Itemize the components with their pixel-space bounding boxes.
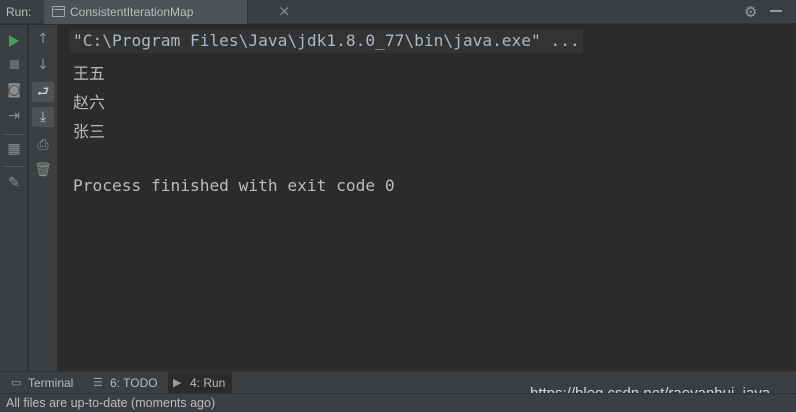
pin-tab-button[interactable]: ✎	[3, 173, 25, 193]
stop-icon	[10, 60, 19, 69]
run-actions-toolbar: ◙ ⇥ ▦ ✎	[0, 25, 28, 371]
exit-icon: ⇥	[8, 108, 20, 124]
down-arrow-icon: ↓	[37, 57, 49, 73]
tool-window-terminal[interactable]: ▭ Terminal	[6, 372, 82, 394]
up-stack-button[interactable]: ↑	[32, 29, 54, 49]
tool-window-todo[interactable]: ☰ 6: TODO	[88, 372, 164, 394]
run-config-tab-title: ConsistentIterationMap	[70, 5, 194, 19]
exit-message: Process finished with exit code 0	[73, 176, 395, 195]
settings-icon[interactable]: ⚙	[744, 3, 757, 21]
run-tool-header: Run: ConsistentIterationMap × ⚙	[0, 0, 796, 24]
terminal-icon: ▭	[11, 377, 22, 389]
pin-icon: ✎	[8, 175, 20, 191]
scroll-to-end-button[interactable]: ⤓	[32, 107, 54, 127]
output-line: 王五	[73, 64, 106, 83]
console-output[interactable]: "C:\Program Files\Java\jdk1.8.0_77\bin\j…	[59, 25, 796, 371]
exit-button[interactable]: ⇥	[3, 106, 25, 126]
output-line: 赵六	[73, 93, 106, 112]
run-config-tab[interactable]: ConsistentIterationMap ×	[44, 0, 291, 24]
console-actions-toolbar: ↑ ↓ ⮐ ⤓ ⎙ 🗑	[29, 25, 58, 371]
toolbar-divider	[4, 134, 24, 135]
up-arrow-icon: ↑	[37, 31, 49, 47]
rerun-button[interactable]	[3, 29, 25, 49]
restore-layout-button[interactable]: ▦	[3, 139, 25, 159]
trash-icon: 🗑	[34, 162, 52, 178]
status-bar: All files are up-to-date (moments ago)	[0, 393, 796, 412]
tool-window-label: Terminal	[28, 376, 74, 390]
console-window-icon	[52, 6, 65, 17]
clear-all-button[interactable]: 🗑	[32, 160, 54, 180]
run-icon: ▶	[173, 377, 182, 389]
down-stack-button[interactable]: ↓	[32, 55, 54, 75]
dump-threads-button[interactable]: ◙	[3, 80, 25, 100]
java-command-line[interactable]: "C:\Program Files\Java\jdk1.8.0_77\bin\j…	[70, 29, 583, 53]
output-line: 张三	[73, 122, 106, 141]
status-message: All files are up-to-date (moments ago)	[6, 396, 216, 410]
layout-icon: ▦	[7, 141, 21, 157]
stop-button[interactable]	[3, 54, 25, 74]
scroll-to-end-icon: ⤓	[39, 109, 47, 125]
hide-panel-icon[interactable]	[770, 10, 782, 12]
print-button[interactable]: ⎙	[32, 135, 54, 155]
tool-window-label: 4: Run	[190, 376, 226, 390]
rerun-icon	[9, 35, 19, 47]
todo-list-icon: ☰	[93, 377, 103, 389]
tool-window-bar: ▭ Terminal ☰ 6: TODO ▶ 4: Run https://bl…	[0, 371, 796, 402]
close-tab-icon[interactable]: ×	[278, 2, 291, 20]
toolbar-divider	[4, 166, 24, 167]
camera-icon: ◙	[7, 82, 21, 98]
tool-window-run[interactable]: ▶ 4: Run	[168, 372, 232, 394]
run-label: Run:	[6, 5, 32, 19]
soft-wrap-button[interactable]: ⮐	[32, 82, 54, 102]
tool-window-label: 6: TODO	[110, 376, 158, 390]
print-icon: ⎙	[37, 137, 49, 153]
soft-wrap-icon: ⮐	[36, 84, 50, 100]
